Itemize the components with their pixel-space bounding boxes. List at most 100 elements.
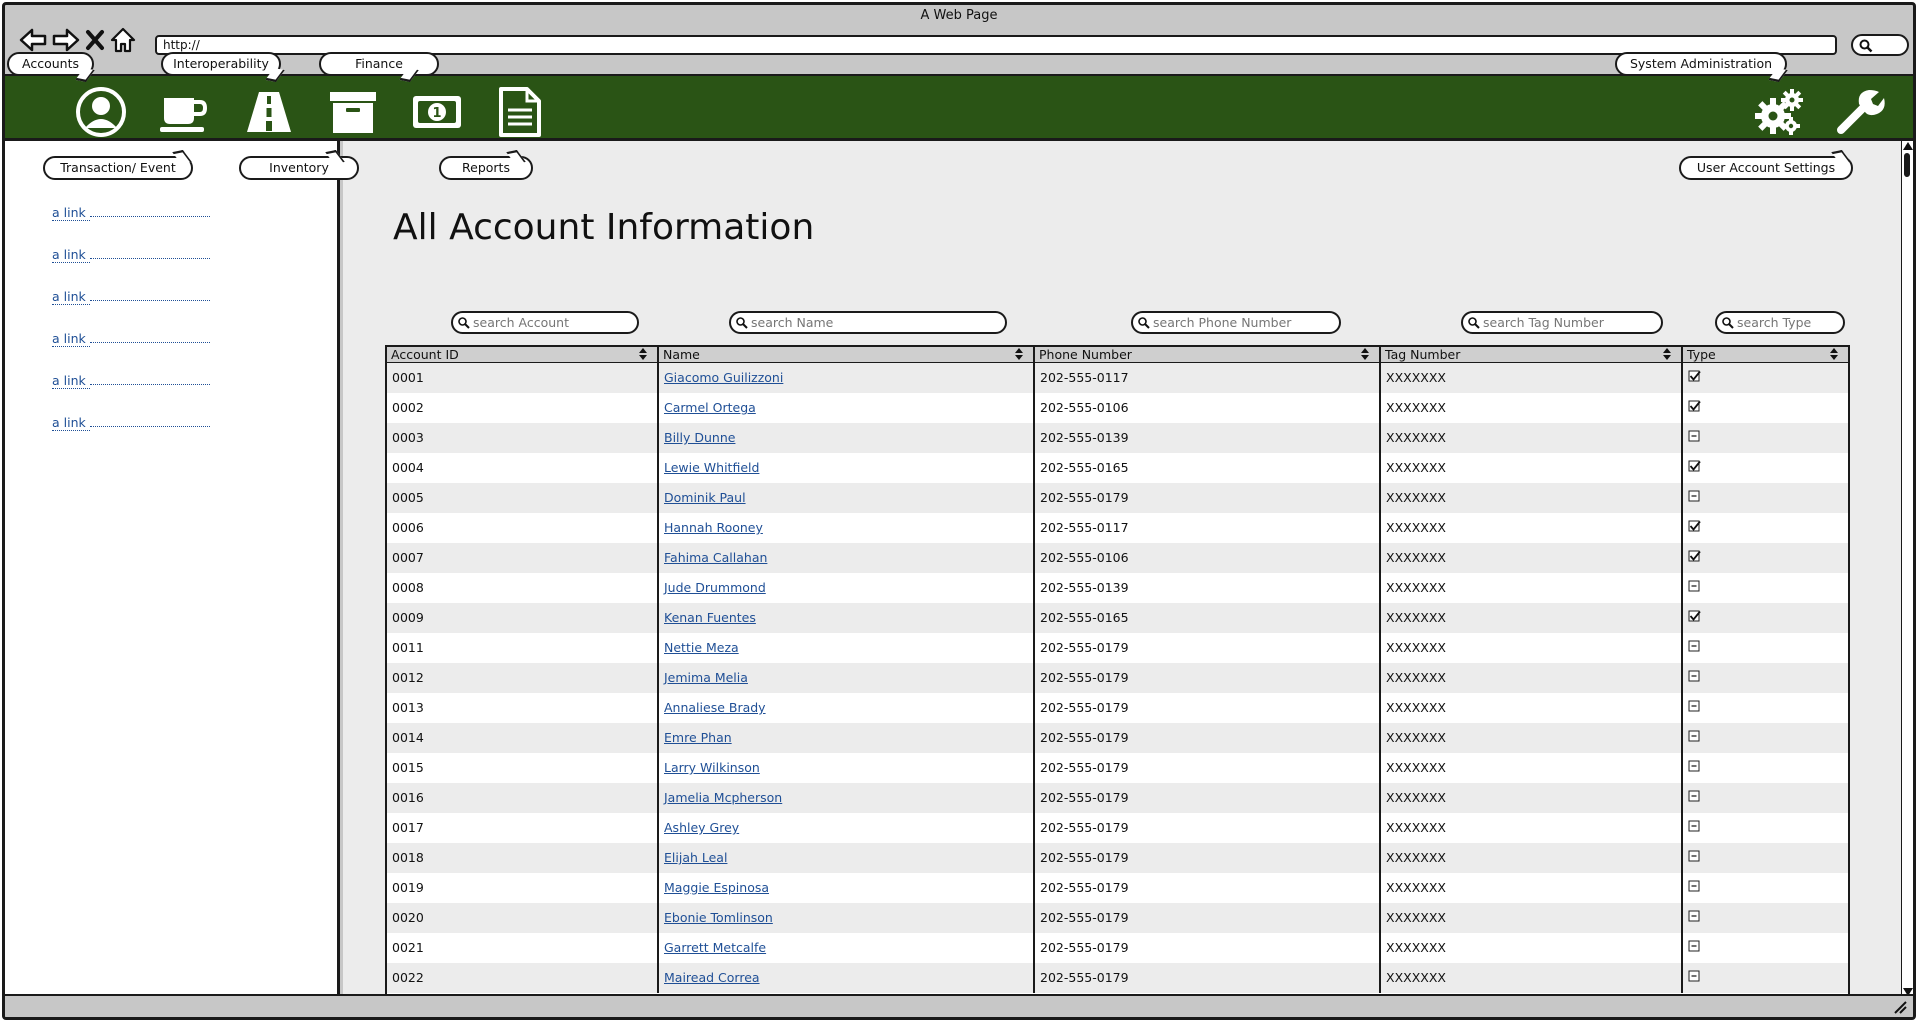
table-row[interactable]: 0009 Kenan Fuentes 202-555-0165 XXXXXXX bbox=[387, 602, 1848, 633]
table-row[interactable]: 0014 Emre Phan 202-555-0179 XXXXXXX bbox=[387, 722, 1848, 753]
tab-reports[interactable]: Reports bbox=[439, 156, 533, 180]
checkbox-checked-icon[interactable] bbox=[1688, 370, 1701, 383]
account-name-link[interactable]: Garrett Metcalfe bbox=[664, 940, 766, 955]
sidebar-link[interactable]: a link bbox=[52, 247, 212, 289]
road-icon[interactable] bbox=[243, 86, 295, 138]
sort-icon[interactable] bbox=[1361, 348, 1369, 360]
wrench-icon[interactable] bbox=[1835, 86, 1887, 138]
table-row[interactable]: 0001 Giacomo Guilizzoni 202-555-0117 XXXXXX… bbox=[387, 362, 1848, 393]
column-header-account-id[interactable]: Account ID bbox=[387, 347, 659, 363]
table-row[interactable]: 0017 Ashley Grey 202-555-0179 XXXXXXX bbox=[387, 812, 1848, 843]
search-type-input[interactable] bbox=[1715, 311, 1845, 334]
sidebar-link[interactable]: a link bbox=[52, 205, 212, 247]
account-name-link[interactable]: Carmel Ortega bbox=[664, 400, 756, 415]
checkbox-indeterminate-icon[interactable] bbox=[1688, 790, 1701, 803]
checkbox-checked-icon[interactable] bbox=[1688, 460, 1701, 473]
table-row[interactable]: 0019 Maggie Espinosa 202-555-0179 XXXXXXX bbox=[387, 872, 1848, 903]
column-header-name[interactable]: Name bbox=[658, 347, 1035, 363]
tab-finance[interactable]: Finance bbox=[319, 52, 439, 76]
checkbox-indeterminate-icon[interactable] bbox=[1688, 880, 1701, 893]
account-name-link[interactable]: Jude Drummond bbox=[664, 580, 766, 595]
table-row[interactable]: 0003 Billy Dunne 202-555-0139 XXXXXXX bbox=[387, 422, 1848, 453]
table-row[interactable]: 0007 Fahima Callahan 202-555-0106 XXXXXXX bbox=[387, 542, 1848, 573]
account-name-link[interactable]: Dominik Paul bbox=[664, 490, 746, 505]
checkbox-checked-icon[interactable] bbox=[1688, 520, 1701, 533]
checkbox-checked-icon[interactable] bbox=[1688, 610, 1701, 623]
checkbox-indeterminate-icon[interactable] bbox=[1688, 700, 1701, 713]
money-icon[interactable]: 1 bbox=[411, 86, 463, 138]
checkbox-checked-icon[interactable] bbox=[1688, 400, 1701, 413]
tab-inventory[interactable]: Inventory bbox=[239, 156, 359, 180]
table-row[interactable]: 0016 Jamelia Mcpherson 202-555-0179 XXXXXXX bbox=[387, 782, 1848, 813]
search-tag-input[interactable] bbox=[1461, 311, 1663, 334]
checkbox-indeterminate-icon[interactable] bbox=[1688, 820, 1701, 833]
tab-system-administration[interactable]: System Administration bbox=[1615, 52, 1787, 76]
search-phone-input[interactable] bbox=[1131, 311, 1341, 334]
browser-search-button[interactable] bbox=[1851, 34, 1909, 56]
scrollbar-thumb[interactable] bbox=[1904, 153, 1910, 177]
table-row[interactable]: 0008 Jude Drummond 202-555-0139 XXXXXXX bbox=[387, 572, 1848, 603]
account-name-link[interactable]: Lewie Whitfield bbox=[664, 460, 759, 475]
account-name-link[interactable]: Larry Wilkinson bbox=[664, 760, 760, 775]
table-row[interactable]: 0005 Dominik Paul 202-555-0179 XXXXXXX bbox=[387, 482, 1848, 513]
table-row[interactable]: 0018 Elijah Leal 202-555-0179 XXXXXXX bbox=[387, 842, 1848, 873]
tab-interoperability[interactable]: Interoperability bbox=[161, 52, 281, 76]
sort-icon[interactable] bbox=[1663, 348, 1671, 360]
account-name-link[interactable]: Jamelia Mcpherson bbox=[664, 790, 782, 805]
account-name-link[interactable]: Ashley Grey bbox=[664, 820, 739, 835]
checkbox-indeterminate-icon[interactable] bbox=[1688, 580, 1701, 593]
tab-transaction-event[interactable]: Transaction/ Event bbox=[43, 156, 193, 180]
table-row[interactable]: 0022 Mairead Correa 202-555-0179 XXXXXXX bbox=[387, 962, 1848, 993]
table-row[interactable]: 0021 Garrett Metcalfe 202-555-0179 XXXXXXX bbox=[387, 932, 1848, 963]
checkbox-checked-icon[interactable] bbox=[1688, 550, 1701, 563]
account-name-link[interactable]: Ebonie Tomlinson bbox=[664, 910, 773, 925]
forward-arrow-icon[interactable] bbox=[52, 27, 80, 53]
close-icon[interactable] bbox=[85, 29, 105, 51]
column-header-phone[interactable]: Phone Number bbox=[1034, 347, 1381, 363]
checkbox-indeterminate-icon[interactable] bbox=[1688, 940, 1701, 953]
search-account-input[interactable] bbox=[451, 311, 639, 334]
table-row[interactable]: 0013 Annaliese Brady 202-555-0179 XXXXXXX bbox=[387, 692, 1848, 723]
sort-icon[interactable] bbox=[1015, 348, 1023, 360]
coffee-cup-icon[interactable] bbox=[158, 86, 210, 138]
table-row[interactable]: 0002 Carmel Ortega 202-555-0106 XXXXXXX bbox=[387, 392, 1848, 423]
checkbox-indeterminate-icon[interactable] bbox=[1688, 910, 1701, 923]
tab-user-account-settings[interactable]: User Account Settings bbox=[1679, 156, 1853, 180]
resize-grip-icon[interactable] bbox=[1893, 1000, 1907, 1014]
checkbox-indeterminate-icon[interactable] bbox=[1688, 670, 1701, 683]
tab-accounts[interactable]: Accounts bbox=[7, 52, 94, 76]
search-name-input[interactable] bbox=[729, 311, 1007, 334]
home-icon[interactable] bbox=[110, 27, 136, 53]
account-name-link[interactable]: Elijah Leal bbox=[664, 850, 727, 865]
sidebar-link[interactable]: a link bbox=[52, 415, 212, 457]
vertical-scrollbar[interactable] bbox=[1901, 141, 1913, 997]
gears-icon[interactable] bbox=[1753, 86, 1805, 138]
account-name-link[interactable]: Giacomo Guilizzoni bbox=[664, 370, 783, 385]
table-row[interactable]: 0020 Ebonie Tomlinson 202-555-0179 XXXXXXX bbox=[387, 902, 1848, 933]
account-name-link[interactable]: Fahima Callahan bbox=[664, 550, 767, 565]
sidebar-link[interactable]: a link bbox=[52, 373, 212, 415]
table-row[interactable]: 0012 Jemima Melia 202-555-0179 XXXXXXX bbox=[387, 662, 1848, 693]
table-row[interactable]: 0006 Hannah Rooney 202-555-0117 XXXXXXX bbox=[387, 512, 1848, 543]
table-row[interactable]: 0004 Lewie Whitfield 202-555-0165 XXXXXXX bbox=[387, 452, 1848, 483]
account-name-link[interactable]: Emre Phan bbox=[664, 730, 732, 745]
account-name-link[interactable]: Annaliese Brady bbox=[664, 700, 766, 715]
account-name-link[interactable]: Hannah Rooney bbox=[664, 520, 763, 535]
back-arrow-icon[interactable] bbox=[19, 27, 47, 53]
account-name-link[interactable]: Billy Dunne bbox=[664, 430, 735, 445]
account-name-link[interactable]: Mairead Correa bbox=[664, 970, 760, 985]
checkbox-indeterminate-icon[interactable] bbox=[1688, 730, 1701, 743]
checkbox-indeterminate-icon[interactable] bbox=[1688, 490, 1701, 503]
account-name-link[interactable]: Kenan Fuentes bbox=[664, 610, 756, 625]
scroll-up-icon[interactable] bbox=[1903, 142, 1913, 150]
archive-box-icon[interactable] bbox=[327, 86, 379, 138]
checkbox-indeterminate-icon[interactable] bbox=[1688, 430, 1701, 443]
table-row[interactable]: 0015 Larry Wilkinson 202-555-0179 XXXXXXX bbox=[387, 752, 1848, 783]
user-icon[interactable] bbox=[75, 86, 127, 138]
checkbox-indeterminate-icon[interactable] bbox=[1688, 970, 1701, 983]
checkbox-indeterminate-icon[interactable] bbox=[1688, 640, 1701, 653]
column-header-tag[interactable]: Tag Number bbox=[1380, 347, 1683, 363]
document-icon[interactable] bbox=[493, 86, 545, 138]
column-header-type[interactable]: Type bbox=[1682, 347, 1848, 363]
checkbox-indeterminate-icon[interactable] bbox=[1688, 850, 1701, 863]
